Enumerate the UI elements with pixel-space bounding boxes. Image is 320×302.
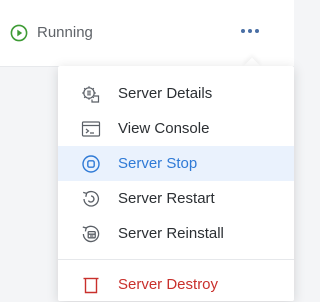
gear-document-icon	[82, 86, 100, 103]
console-window-icon	[81, 121, 101, 137]
menu-item-server-destroy[interactable]: Server Destroy	[58, 267, 294, 302]
menu-item-label: Server Stop	[118, 155, 198, 172]
menu-items: Server Details View Console Server Stop	[58, 76, 294, 302]
menu-item-view-console[interactable]: View Console	[58, 111, 294, 146]
reinstall-icon	[82, 225, 100, 243]
menu-item-server-reinstall[interactable]: Server Reinstall	[58, 216, 294, 251]
menu-divider	[58, 259, 294, 260]
trash-icon	[83, 277, 99, 294]
menu-item-server-details[interactable]: Server Details	[58, 76, 294, 111]
play-circle-icon	[10, 24, 28, 42]
more-dots-icon	[241, 29, 245, 33]
server-actions-menu: Server Details View Console Server Stop	[58, 66, 294, 301]
server-row: Running	[0, 0, 294, 67]
server-status: Running	[10, 23, 93, 43]
menu-item-label: Server Destroy	[118, 276, 219, 293]
stop-circle-icon	[82, 155, 100, 173]
more-dot	[248, 29, 252, 33]
status-label: Running	[37, 24, 93, 41]
more-dot	[255, 29, 259, 33]
menu-item-server-restart[interactable]: Server Restart	[58, 181, 294, 216]
restart-icon	[83, 191, 100, 207]
menu-item-server-stop[interactable]: Server Stop	[58, 146, 294, 181]
menu-item-label: Server Restart	[118, 190, 215, 207]
more-actions-button[interactable]	[234, 20, 266, 42]
menu-item-label: Server Details	[118, 85, 213, 102]
menu-item-label: View Console	[118, 120, 210, 137]
menu-item-label: Server Reinstall	[118, 225, 224, 242]
